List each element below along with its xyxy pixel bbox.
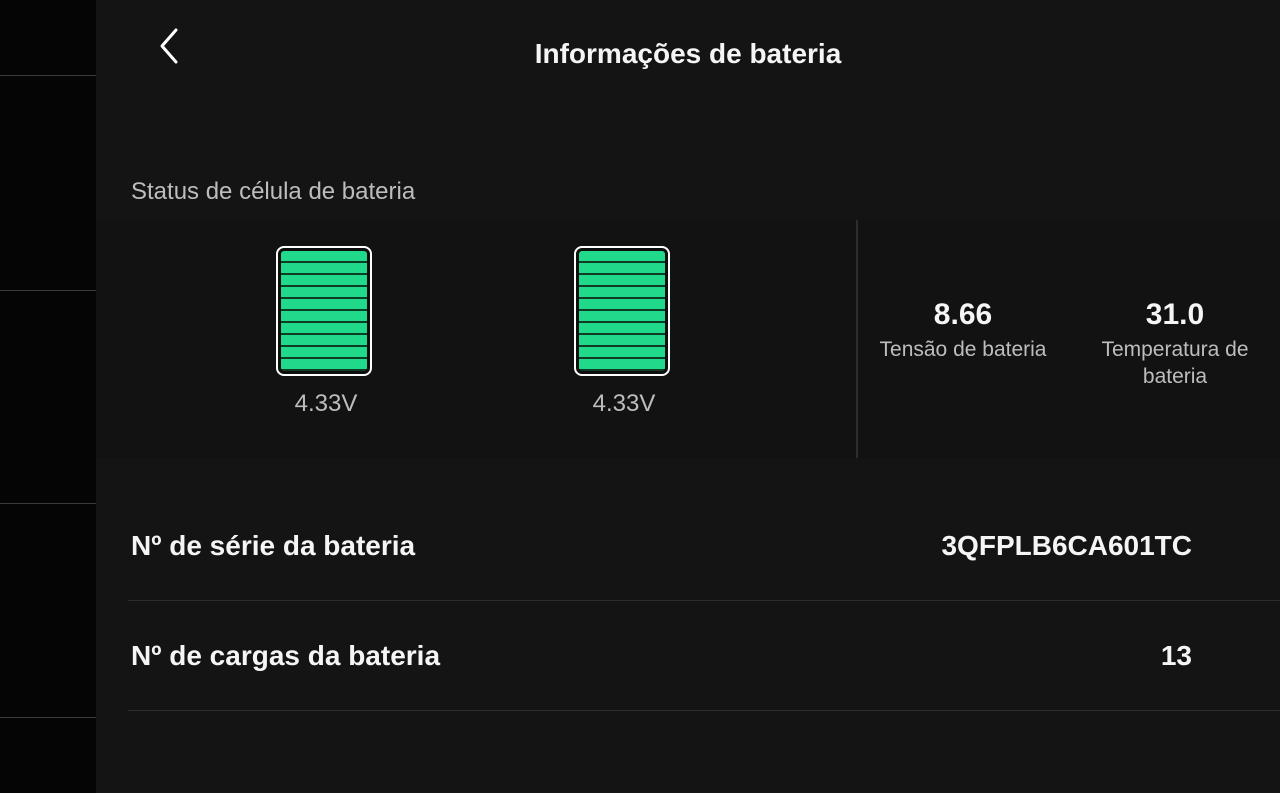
battery-cell-2: 4.33V xyxy=(574,246,674,418)
left-sidebar xyxy=(0,0,96,793)
charge-count-value: 13 xyxy=(1160,640,1192,671)
cell-status-label: Status de célula de bateria xyxy=(131,178,416,205)
battery-info-page: Informações de bateria Status de célula … xyxy=(96,0,1280,793)
sidebar-divider xyxy=(0,503,96,504)
charge-count-label: Nº de cargas da bateria xyxy=(131,640,441,671)
sidebar-divider xyxy=(0,290,96,291)
battery-voltage-metric: 8.66 Tensão de bateria xyxy=(863,298,1063,363)
battery-cell-fill xyxy=(579,251,665,371)
cell-voltage: 4.33V xyxy=(592,390,656,417)
battery-cell-fill xyxy=(281,251,367,371)
cell-status-panel: 4.33V 4.33V 8.66 Tensão de bateria 31.0 … xyxy=(96,220,1280,458)
sidebar-divider xyxy=(0,75,96,76)
page-title: Informações de bateria xyxy=(534,38,842,69)
battery-cell-icon xyxy=(276,246,372,376)
sidebar-divider xyxy=(0,717,96,718)
cell-voltage: 4.33V xyxy=(294,390,358,417)
battery-cell-1: 4.33V xyxy=(276,246,376,418)
battery-cell-icon xyxy=(574,246,670,376)
serial-number-value: 3QFPLB6CA601TC xyxy=(941,530,1192,561)
panel-divider xyxy=(856,220,858,458)
charge-count-row: Nº de cargas da bateria 13 xyxy=(128,600,1280,711)
battery-temperature-metric: 31.0 Temperatura de bateria xyxy=(1100,298,1250,390)
battery-temperature-value: 31.0 xyxy=(1145,298,1205,331)
battery-voltage-label: Tensão de bateria xyxy=(879,338,1047,361)
battery-voltage-value: 8.66 xyxy=(933,298,993,331)
serial-number-label: Nº de série da bateria xyxy=(131,530,416,561)
serial-number-row: Nº de série da bateria 3QFPLB6CA601TC xyxy=(128,490,1280,601)
battery-temperature-label: Temperatura de bateria xyxy=(1101,338,1249,388)
